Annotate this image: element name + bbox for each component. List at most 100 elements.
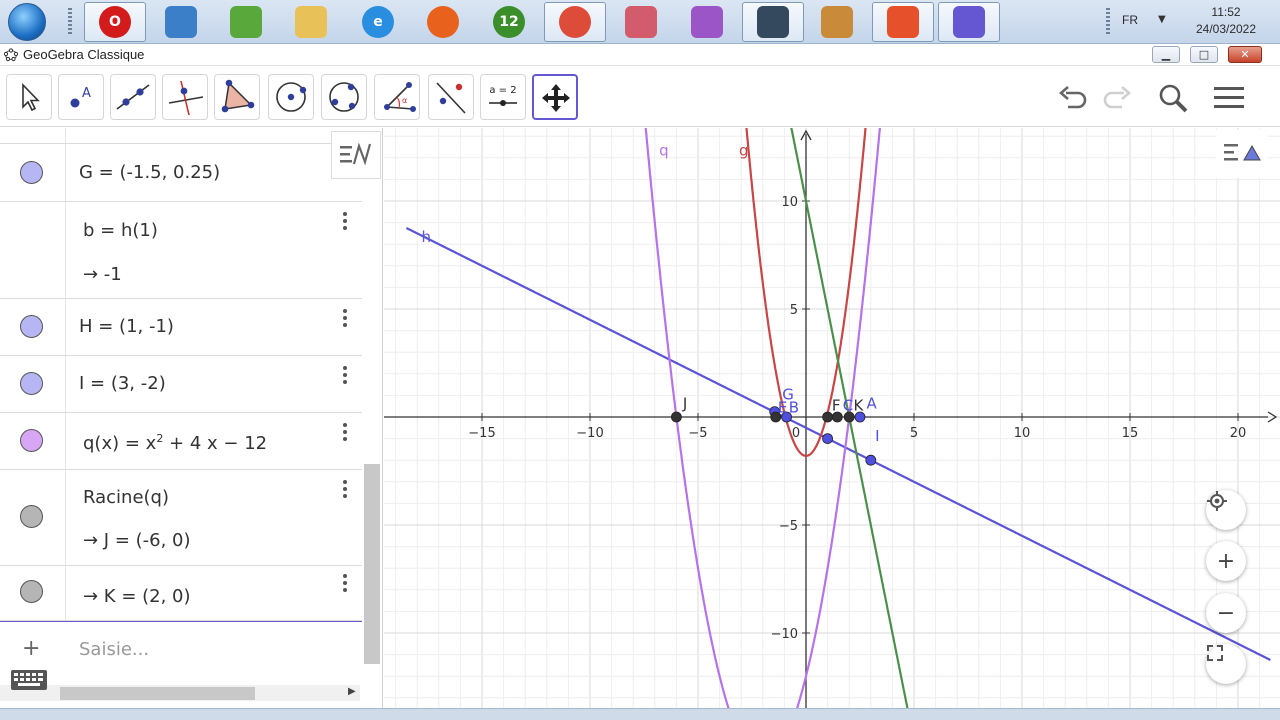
algebra-row-G[interactable]: G = (-1.5, 0.25) — [0, 144, 362, 202]
algebra-definition[interactable]: I = (3, -2) — [79, 373, 166, 394]
more-options-icon[interactable] — [341, 212, 349, 233]
line-tool-button[interactable] — [110, 74, 156, 120]
algebra-row-racine[interactable]: Racine(q) → J = (-6, 0) — [0, 470, 362, 566]
circle-three-points-icon — [329, 82, 359, 112]
zoom-out-button[interactable]: − — [1206, 593, 1246, 633]
label-g: g — [739, 142, 749, 160]
perpendicular-tool-button[interactable] — [162, 74, 208, 120]
firefox-icon — [427, 6, 459, 38]
y-tick-label: −5 — [779, 519, 798, 534]
label-C: C — [843, 397, 853, 415]
coordinate-plane[interactable]: −15 −10 −5 0 5 10 15 20105−5−10 hq gJ GE B F C K AI — [384, 128, 1280, 708]
redo-icon[interactable] — [1100, 81, 1134, 115]
algebra-definition[interactable]: b = h(1) — [83, 220, 158, 241]
visibility-toggle[interactable] — [20, 580, 43, 603]
geogebra-toolbar: A α a = 2 — [0, 67, 1280, 127]
algebra-definition[interactable]: H = (1, -1) — [79, 316, 174, 337]
photo-app-icon — [887, 6, 919, 38]
algebra-row-b[interactable]: b = h(1) → -1 — [0, 202, 362, 299]
x-tick-label: 15 — [1122, 426, 1139, 441]
clock-time: 11:52 — [1211, 5, 1241, 19]
point-J — [670, 411, 682, 423]
paint-icon — [821, 6, 853, 38]
recenter-button[interactable] — [1206, 490, 1246, 530]
taskbar-app-calculator[interactable] — [215, 2, 277, 42]
tray-expand-icon[interactable]: ▼ — [1158, 14, 1166, 25]
window-bottom-border — [0, 708, 1280, 720]
paint-rainbow-icon — [691, 6, 723, 38]
more-options-icon[interactable] — [341, 423, 349, 444]
taskbar-app-app-12[interactable]: 12 — [478, 2, 540, 42]
scroll-right-icon[interactable]: ▶ — [348, 686, 356, 697]
taskbar-app-firefox[interactable] — [412, 2, 474, 42]
algebra-definition[interactable]: Racine(q) — [83, 487, 169, 508]
visibility-toggle[interactable] — [20, 505, 43, 528]
fullscreen-button[interactable] — [1206, 644, 1246, 684]
algebra-horizontal-scrollbar[interactable] — [0, 685, 360, 701]
taskbar-app-movie-maker[interactable] — [742, 2, 804, 42]
algebra-row-q[interactable]: q(x) = x2 + 4 x − 12 — [0, 413, 362, 470]
more-options-icon[interactable] — [341, 574, 349, 595]
clock[interactable]: 11:52 24/03/2022 — [1188, 4, 1264, 38]
more-options-icon[interactable] — [341, 480, 349, 501]
start-button[interactable] — [8, 3, 46, 41]
graphics-view[interactable]: −15 −10 −5 0 5 10 15 20 10 5 −5 −10 hqgJGEBFCKAI + … — [384, 128, 1280, 708]
close-button[interactable]: ✕ — [1228, 46, 1262, 63]
snipping-tool-icon — [625, 6, 657, 38]
more-options-icon[interactable] — [341, 309, 349, 330]
point-tool-button[interactable]: A — [58, 74, 104, 120]
reflect-tool-button[interactable] — [428, 74, 474, 120]
label-J: J — [682, 394, 687, 412]
taskbar-app-control-panel[interactable] — [150, 2, 212, 42]
graphics-style-bar-toggle[interactable] — [1216, 130, 1268, 178]
algebra-definition[interactable]: G = (-1.5, 0.25) — [79, 162, 220, 183]
visibility-toggle[interactable] — [20, 315, 43, 338]
circle-three-points-tool-button[interactable] — [321, 74, 367, 120]
taskbar-app-file-explorer[interactable] — [280, 2, 342, 42]
label-F: F — [832, 397, 841, 415]
target-icon — [1207, 491, 1227, 511]
fullscreen-icon — [1207, 645, 1223, 661]
algebra-vertical-scrollbar[interactable] — [364, 464, 380, 664]
slider-icon: a = 2 — [489, 85, 517, 106]
taskbar-app-paint[interactable] — [806, 2, 868, 42]
language-indicator[interactable]: FR — [1122, 13, 1138, 27]
algebra-row-I[interactable]: I = (3, -2) — [0, 356, 362, 413]
taskbar-app-snipping-tool[interactable] — [610, 2, 672, 42]
visibility-toggle[interactable] — [20, 372, 43, 395]
menu-icon[interactable] — [1212, 81, 1246, 115]
minimize-button[interactable]: ▁ — [1152, 46, 1180, 63]
chrome-icon — [559, 6, 591, 38]
taskbar-app-chrome[interactable] — [544, 2, 606, 42]
maximize-button[interactable]: □ — [1190, 46, 1218, 63]
taskbar-app-geogebra[interactable] — [938, 2, 1000, 42]
algebra-input-row[interactable]: + Saisie... — [0, 621, 362, 677]
polygon-tool-button[interactable] — [214, 74, 260, 120]
visibility-toggle[interactable] — [20, 429, 43, 452]
algebra-row-partial — [0, 128, 362, 144]
algebra-definition[interactable]: q(x) = x2 + 4 x − 12 — [83, 432, 267, 454]
algebra-row-H[interactable]: H = (1, -1) — [0, 299, 362, 356]
move-graphics-tool-button[interactable] — [532, 74, 578, 120]
taskbar-app-opera[interactable]: O — [84, 2, 146, 42]
move-tool-button[interactable] — [6, 74, 52, 120]
input-placeholder[interactable]: Saisie... — [79, 639, 149, 660]
taskbar-app-paint-rainbow[interactable] — [676, 2, 738, 42]
algebra-row-K[interactable]: → K = (2, 0) — [0, 566, 362, 621]
taskbar-app-photo-app[interactable] — [872, 2, 934, 42]
taskbar-app-internet-explorer[interactable]: e — [347, 2, 409, 42]
circle-center-tool-button[interactable] — [268, 74, 314, 120]
algebra-style-bar-toggle[interactable] — [331, 131, 381, 179]
keyboard-icon[interactable] — [10, 669, 48, 691]
angle-tool-button[interactable]: α — [374, 74, 420, 120]
more-options-icon[interactable] — [341, 366, 349, 387]
search-icon[interactable] — [1156, 81, 1190, 115]
visibility-toggle[interactable] — [20, 161, 43, 184]
add-input-icon[interactable]: + — [22, 636, 40, 661]
calculator-icon — [230, 6, 262, 38]
algebra-result: → K = (2, 0) — [83, 586, 191, 607]
zoom-in-button[interactable]: + — [1206, 541, 1246, 581]
undo-icon[interactable] — [1056, 81, 1090, 115]
slider-tool-button[interactable]: a = 2 — [480, 74, 526, 120]
label-E: E — [778, 399, 787, 417]
